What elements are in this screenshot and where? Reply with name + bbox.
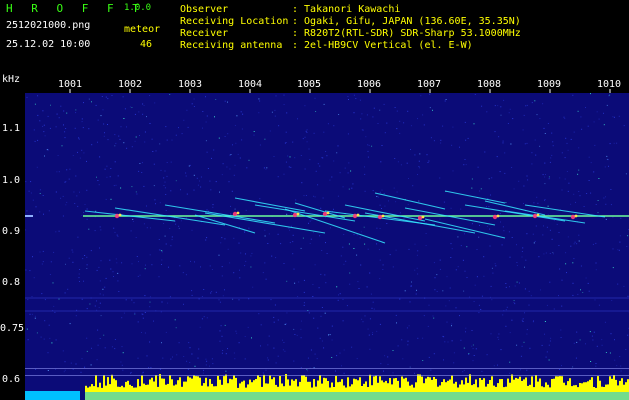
echo-peak xyxy=(570,214,576,220)
echo-peak xyxy=(232,211,238,217)
file-name: 2512021000.png xyxy=(6,20,91,31)
observer-value: : Takanori Kawachi xyxy=(292,4,401,15)
hrofft-spectrogram-window: H R O F F T 1.0.0 2512021000.png meteor … xyxy=(0,0,629,400)
antenna-value: : 2el-HB9CV Vertical (el. E-W) xyxy=(292,40,473,51)
echo-peak xyxy=(236,211,240,215)
y-tick-label: 0.9 xyxy=(2,226,21,237)
echo-peak xyxy=(292,212,298,218)
meteor-echo xyxy=(444,190,506,204)
echo-peak xyxy=(114,213,120,219)
y-tick-label: 0.8 xyxy=(2,277,21,288)
observer-label: Observer xyxy=(180,4,229,15)
signal-level-low xyxy=(25,391,80,400)
noise-layer xyxy=(25,93,629,374)
location-label: Receiving Location xyxy=(180,16,289,27)
echo-peak xyxy=(532,213,538,219)
echo-peak xyxy=(352,213,358,219)
echo-peak xyxy=(326,211,330,215)
meteor-echoes xyxy=(84,190,606,244)
meteor-echo xyxy=(424,218,506,239)
echo-peak xyxy=(296,212,300,216)
echo-peak xyxy=(496,214,500,218)
echo-peak xyxy=(356,213,360,217)
app-version: 1.0.0 xyxy=(124,3,152,13)
signal-level-bar xyxy=(25,374,629,400)
echo-peak xyxy=(118,213,122,217)
spectrogram-plot xyxy=(25,93,629,400)
echo-peak xyxy=(574,214,578,218)
echo-peak xyxy=(322,211,328,217)
receiver-value: : R820T2(RTL-SDR) SDR-Sharp 53.1000MHz xyxy=(292,28,521,39)
location-value: : Ogaki, Gifu, JAPAN (136.60E, 35.35N) xyxy=(292,16,521,27)
echo-peak xyxy=(421,215,425,219)
meteor-echo xyxy=(374,192,446,210)
detection-label: meteor xyxy=(124,24,161,35)
echo-peak xyxy=(492,214,498,220)
baseline-marker xyxy=(25,375,629,376)
y-tick-label: 0.6 xyxy=(2,374,21,385)
echo-peak xyxy=(377,214,383,220)
echo-peak xyxy=(536,213,540,217)
timestamp: 25.12.02 10:00 xyxy=(6,39,91,50)
meteor-count: 46 xyxy=(140,39,153,50)
meteor-echo xyxy=(234,197,306,212)
y-tick-label: 1.0 xyxy=(2,175,21,186)
y-tick-label: 1.1 xyxy=(2,123,21,134)
echo-peak xyxy=(417,215,423,221)
echo-peak xyxy=(381,214,385,218)
antenna-label: Receiving antenna xyxy=(180,40,283,51)
y-axis: 1.1 1.0 0.9 0.8 0.75 0.6 xyxy=(0,93,25,400)
receiver-label: Receiver xyxy=(180,28,229,39)
y-tick-label: 0.75 xyxy=(0,323,25,334)
y-axis-unit: kHz xyxy=(2,74,21,85)
baseline-marker xyxy=(25,368,629,369)
spectrogram-canvas xyxy=(25,93,629,400)
